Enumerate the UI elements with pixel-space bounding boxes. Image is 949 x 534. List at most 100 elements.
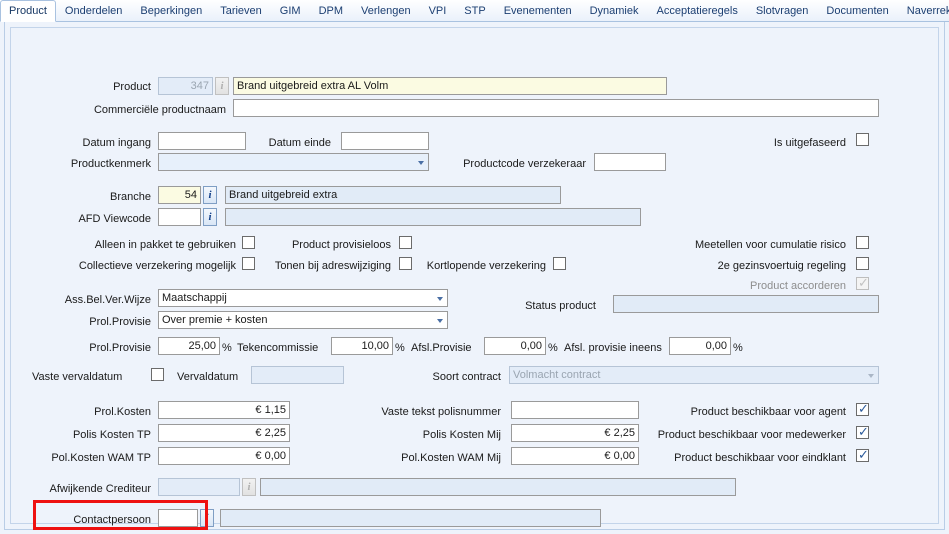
tab-documenten[interactable]: Documenten: [817, 0, 897, 22]
tab-product[interactable]: Product: [0, 0, 56, 22]
afwijkende-crediteur-display: [260, 478, 736, 496]
show-address-checkbox[interactable]: [399, 257, 412, 270]
ass-bel-value: Maatschappij: [162, 292, 227, 304]
tekencommissie-pct-sign: %: [395, 342, 405, 354]
collective-checkbox[interactable]: [242, 257, 255, 270]
check-icon: ✓: [858, 447, 869, 462]
date-end-input[interactable]: [341, 132, 429, 150]
contactpersoon-info-icon[interactable]: i: [200, 509, 214, 527]
tab-vpi[interactable]: VPI: [420, 0, 456, 22]
soort-contract-label: Soort contract: [432, 371, 501, 383]
tab-onderdelen[interactable]: Onderdelen: [56, 0, 132, 22]
afsl-provisie-input[interactable]: 0,00: [484, 337, 546, 355]
branch-code-input[interactable]: 54: [158, 186, 201, 204]
chevron-down-icon: [437, 297, 443, 301]
tab-verlengen[interactable]: Verlengen: [352, 0, 420, 22]
afsl-ineens-input[interactable]: 0,00: [669, 337, 731, 355]
status-product-label: Status product: [525, 300, 596, 312]
prol-provisie-combo[interactable]: Over premie + kosten: [158, 311, 448, 329]
avail-client-checkbox[interactable]: ✓: [856, 447, 869, 462]
product-form-inner: Product 347 i Brand uitgebreid extra AL …: [10, 27, 939, 527]
ass-bel-combo[interactable]: Maatschappij: [158, 289, 448, 307]
tekencommissie-label: Tekencommissie: [237, 342, 319, 354]
product-feature-combo[interactable]: [158, 153, 429, 171]
afd-viewcode-info-icon[interactable]: i: [203, 208, 217, 226]
tab-dpm[interactable]: DPM: [310, 0, 352, 22]
tab-dynamiek[interactable]: Dynamiek: [581, 0, 648, 22]
chevron-down-icon: [868, 374, 874, 378]
phased-out-checkbox[interactable]: [856, 133, 869, 146]
tab-tarieven[interactable]: Tarieven: [211, 0, 271, 22]
vaste-tekst-label: Vaste tekst polisnummer: [381, 406, 501, 418]
prol-provisie-pct-input[interactable]: 25,00: [158, 337, 220, 355]
polis-kosten-tp-input[interactable]: € 2,25: [158, 424, 290, 442]
check-icon: ✓: [858, 275, 869, 290]
phased-out-label: Is uitgefaseerd: [773, 137, 846, 149]
tab-slotvragen[interactable]: Slotvragen: [747, 0, 818, 22]
check-icon: ✓: [858, 401, 869, 416]
branch-info-icon[interactable]: i: [203, 186, 217, 204]
afwijkende-crediteur-input: [158, 478, 240, 496]
soort-contract-combo: Volmacht contract: [509, 366, 879, 384]
cumulation-checkbox[interactable]: [856, 236, 869, 249]
avail-agent-checkbox[interactable]: ✓: [856, 401, 869, 416]
vervaldatum-label: Vervaldatum: [177, 371, 239, 383]
soort-contract-value: Volmacht contract: [513, 369, 601, 381]
no-commission-label: Product provisieloos: [291, 239, 391, 251]
contactpersoon-input[interactable]: [158, 509, 198, 527]
polis-kosten-tp-label: Polis Kosten TP: [72, 429, 151, 441]
insurer-code-input[interactable]: [594, 153, 666, 171]
commercial-name-input[interactable]: [233, 99, 879, 117]
status-product-display: [613, 295, 879, 313]
short-term-checkbox[interactable]: [553, 257, 566, 270]
contactpersoon-label: Contactpersoon: [73, 514, 151, 526]
tab-acceptatieregels[interactable]: Acceptatieregels: [648, 0, 747, 22]
afd-viewcode-input[interactable]: [158, 208, 201, 226]
contactpersoon-display: [220, 509, 601, 527]
second-vehicle-label: 2e gezinsvoertuig regeling: [717, 260, 846, 272]
only-package-checkbox[interactable]: [242, 236, 255, 249]
chevron-down-icon: [418, 161, 424, 165]
product-label: Product: [113, 81, 151, 93]
pol-kosten-wam-mij-input[interactable]: € 0,00: [511, 447, 639, 465]
cumulation-label: Meetellen voor cumulatie risico: [694, 239, 846, 251]
vaste-vervaldatum-checkbox[interactable]: [151, 368, 164, 381]
afd-viewcode-label: AFD Viewcode: [78, 213, 151, 225]
no-commission-checkbox[interactable]: [399, 236, 412, 249]
afwijkende-crediteur-label: Afwijkende Crediteur: [49, 483, 152, 495]
product-feature-label: Productkenmerk: [70, 158, 151, 170]
commercial-name-label: Commerciële productnaam: [93, 104, 226, 116]
pol-kosten-wam-tp-input[interactable]: € 0,00: [158, 447, 290, 465]
prol-kosten-input[interactable]: € 1,15: [158, 401, 290, 419]
tab-evenementen[interactable]: Evenementen: [495, 0, 581, 22]
accord-checkbox: ✓: [856, 275, 869, 290]
short-term-label: Kortlopende verzekering: [426, 260, 546, 272]
collective-label: Collectieve verzekering mogelijk: [78, 260, 236, 272]
product-info-icon: i: [215, 77, 229, 95]
branch-name-display: Brand uitgebreid extra: [225, 186, 561, 204]
only-package-label: Alleen in pakket te gebruiken: [94, 239, 236, 251]
tab-gim[interactable]: GIM: [271, 0, 310, 22]
prol-provisie-pct-label: Prol.Provisie: [89, 342, 151, 354]
tab-stp[interactable]: STP: [455, 0, 494, 22]
tekencommissie-input[interactable]: 10,00: [331, 337, 393, 355]
tab-naverrekenen[interactable]: Naverrekenen: [898, 0, 949, 22]
tab-beperkingen[interactable]: Beperkingen: [131, 0, 211, 22]
pol-kosten-wam-mij-label: Pol.Kosten WAM Mij: [401, 452, 501, 464]
avail-agent-label: Product beschikbaar voor agent: [690, 406, 846, 418]
avail-employee-checkbox[interactable]: ✓: [856, 425, 869, 439]
product-name-input[interactable]: Brand uitgebreid extra AL Volm: [233, 77, 667, 95]
afsl-provisie-label: Afsl.Provisie: [411, 342, 472, 354]
show-address-label: Tonen bij adreswijziging: [274, 260, 391, 272]
second-vehicle-checkbox[interactable]: [856, 257, 869, 270]
afsl-ineens-label: Afsl. provisie ineens: [564, 342, 662, 354]
afsl-ineens-pct-sign: %: [733, 342, 743, 354]
chevron-down-icon: [437, 319, 443, 323]
ass-bel-label: Ass.Bel.Ver.Wijze: [64, 294, 151, 306]
vaste-tekst-input[interactable]: [511, 401, 639, 419]
vervaldatum-input: [251, 366, 344, 384]
application-window: Product Onderdelen Beperkingen Tarieven GIM D…: [0, 0, 949, 534]
date-start-input[interactable]: [158, 132, 246, 150]
afsl-provisie-pct-sign: %: [548, 342, 558, 354]
polis-kosten-mij-input[interactable]: € 2,25: [511, 424, 639, 442]
